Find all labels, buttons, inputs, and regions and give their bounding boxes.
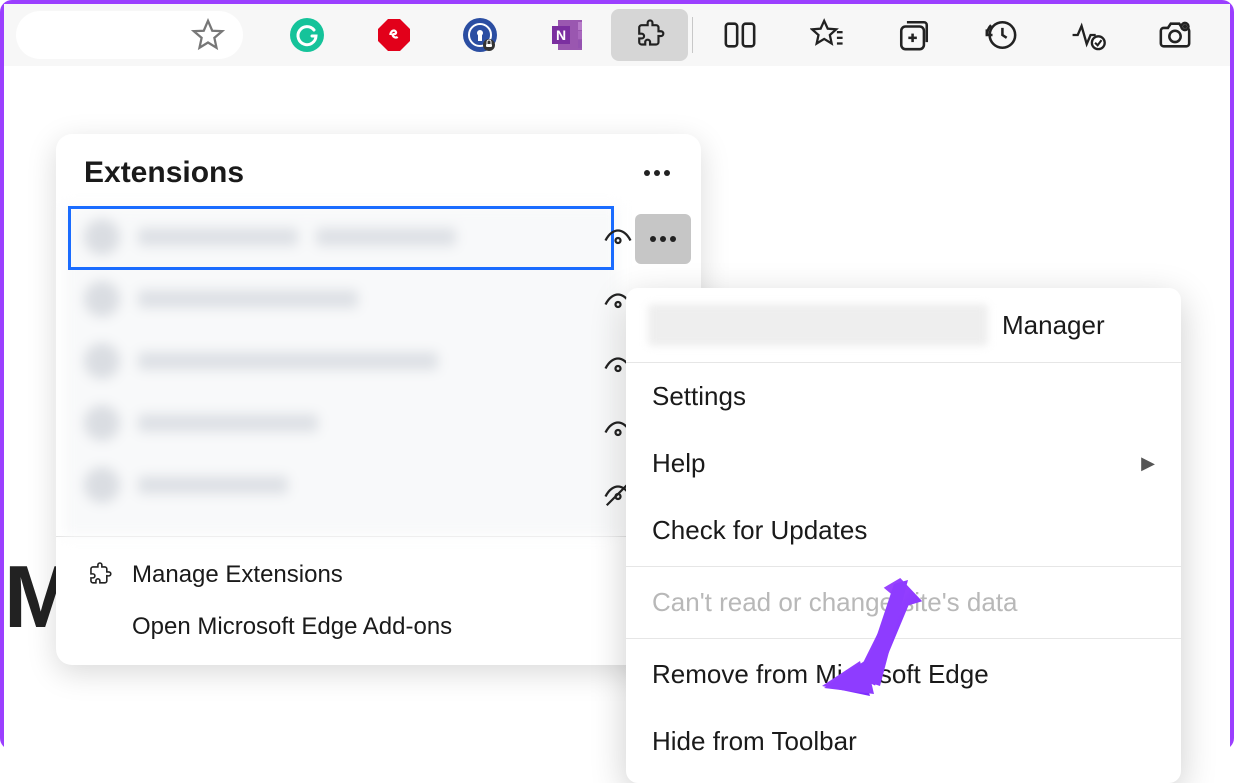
toolbar-divider: [692, 17, 693, 53]
menu-settings[interactable]: Settings: [626, 363, 1181, 430]
menu-check-updates[interactable]: Check for Updates: [626, 497, 1181, 564]
manage-extensions-link[interactable]: Manage Extensions: [56, 549, 701, 601]
ext-lastpass-icon[interactable]: [437, 4, 524, 66]
puzzle-icon: [84, 561, 114, 589]
extensions-footer: Manage Extensions Open Microsoft Edge Ad…: [56, 536, 701, 665]
menu-site-data: Can't read or change site's data: [626, 569, 1181, 636]
collections-icon[interactable]: [871, 4, 958, 66]
ext-grammarly-icon[interactable]: [263, 4, 350, 66]
extensions-list: [56, 206, 701, 536]
extensions-more-button[interactable]: [641, 157, 673, 189]
menu-hide-toolbar[interactable]: Hide from Toolbar: [626, 708, 1181, 775]
extensions-header: Extensions: [56, 134, 701, 206]
history-icon[interactable]: [957, 4, 1044, 66]
open-addons-link[interactable]: Open Microsoft Edge Add-ons: [56, 601, 701, 653]
menu-separator: [626, 566, 1181, 567]
menu-help-label: Help: [652, 448, 705, 479]
extension-name-suffix: Manager: [1002, 310, 1105, 341]
manage-extensions-label: Manage Extensions: [132, 561, 343, 589]
star-icon[interactable]: [191, 18, 225, 52]
favorites-icon[interactable]: [784, 4, 871, 66]
split-screen-icon[interactable]: [697, 4, 784, 66]
context-menu-header: Manager: [626, 288, 1181, 363]
extension-name-redacted: [648, 304, 988, 346]
open-addons-label: Open Microsoft Edge Add-ons: [132, 613, 452, 641]
extensions-panel: Extensions: [56, 134, 701, 665]
ext-onenote-icon[interactable]: N: [524, 4, 611, 66]
menu-hide-toolbar-label: Hide from Toolbar: [652, 726, 857, 757]
browser-toolbar: N: [4, 4, 1230, 66]
menu-help[interactable]: Help ▶: [626, 430, 1181, 497]
menu-separator: [626, 638, 1181, 639]
address-bar-right[interactable]: [16, 11, 243, 59]
menu-remove[interactable]: Remove from Microsoft Edge: [626, 641, 1181, 708]
menu-remove-label: Remove from Microsoft Edge: [652, 659, 989, 690]
screenshot-icon[interactable]: [1131, 4, 1218, 66]
menu-settings-label: Settings: [652, 381, 746, 412]
extensions-title: Extensions: [84, 156, 244, 190]
extension-context-menu: Manager Settings Help ▶ Check for Update…: [626, 288, 1181, 783]
chevron-right-icon: ▶: [1141, 453, 1155, 474]
menu-check-updates-label: Check for Updates: [652, 515, 867, 546]
extension-item-selected[interactable]: [68, 206, 614, 270]
page-content: Mi Extensions: [4, 66, 1230, 750]
ext-adblock-icon[interactable]: [350, 4, 437, 66]
performance-icon[interactable]: [1044, 4, 1131, 66]
svg-text:N: N: [556, 27, 566, 43]
extensions-button[interactable]: [611, 9, 688, 61]
menu-site-data-label: Can't read or change site's data: [652, 587, 1018, 618]
extension-item-more-button[interactable]: [635, 214, 691, 264]
